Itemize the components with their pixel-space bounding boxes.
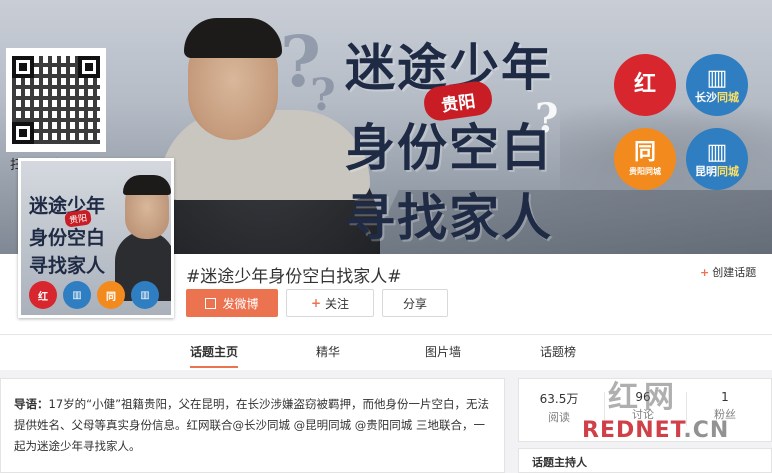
thumb-person-hair xyxy=(123,175,171,195)
create-topic-link[interactable]: + 创建话题 xyxy=(700,264,756,280)
topic-tabs xyxy=(0,334,772,370)
follow-button[interactable]: + 关注 xyxy=(286,289,374,317)
share-label: 分享 xyxy=(402,296,427,311)
logo-tongcheng-label: 同城 xyxy=(717,90,739,104)
logo-tongcheng-label: 同城 xyxy=(717,164,739,178)
edit-icon xyxy=(205,297,217,309)
banner-title-line2: 身份空白 xyxy=(345,118,553,177)
post-weibo-button[interactable]: 发微博 xyxy=(186,289,278,317)
tab-featured[interactable]: 精华 xyxy=(316,343,340,360)
changsha-tongcheng-logo-icon: ▥ 长沙同城 xyxy=(686,54,748,116)
tong-logo-icon: 同 xyxy=(97,281,125,309)
watermark-red: REDNET xyxy=(582,418,684,443)
city-building-icon: ▥ xyxy=(63,281,91,309)
create-topic-label: 创建话题 xyxy=(712,266,757,279)
tong-logo-icon: 同 xyxy=(633,139,656,165)
intro-lead: 导语： xyxy=(14,397,49,411)
tab-picture-wall[interactable]: 图片墙 xyxy=(425,343,461,360)
qr-finder-icon xyxy=(12,56,34,78)
hongwang-glyph: 红 xyxy=(633,72,656,97)
topic-title: #迷途少年身份空白找家人# xyxy=(186,267,402,287)
logo-tongcheng-label: 同城 xyxy=(645,166,661,176)
logo-city-label: 长沙 xyxy=(695,90,717,104)
city-building-icon: ▥ xyxy=(131,281,159,309)
city-building-icon: ▥ xyxy=(706,65,728,91)
guiyang-tongcheng-logo-icon: 同 贵阳同城 xyxy=(614,128,676,190)
rednet-watermark-text: REDNET.CN xyxy=(582,418,729,443)
logo-city-label: 昆明 xyxy=(695,164,717,178)
hongwang-logo-icon: 红 xyxy=(29,281,57,309)
city-building-icon: ▥ xyxy=(706,139,728,165)
topic-intro: 导语：17岁的“小健”祖籍贵阳，父在昆明，在长沙涉嫌盗窃被羁押，而他身份一片空白… xyxy=(14,394,494,457)
active-tab-indicator xyxy=(190,366,238,368)
topic-page: ? ? ? ? 扫码关注寻人 迷途少年 贵阳 身份空白 寻找家人 红 ▥ 长沙同… xyxy=(0,0,772,473)
watermark-gray: .CN xyxy=(683,418,730,443)
topic-avatar: 迷途少年 贵阳 身份空白 寻找家人 红 ▥ 同 ▥ xyxy=(18,158,174,318)
qr-finder-icon xyxy=(78,56,100,78)
qr-finder-icon xyxy=(12,122,34,144)
plus-icon: + xyxy=(310,296,322,310)
stat-value: 63.5万 xyxy=(539,392,579,406)
rednet-watermark-logo: 红网 xyxy=(608,380,680,415)
tab-topic-ranking[interactable]: 话题榜 xyxy=(540,343,576,360)
stat-value: 1 xyxy=(721,390,729,404)
intro-text: 17岁的“小健”祖籍贵阳，父在昆明，在长沙涉嫌盗窃被羁押，而他身份一片空白，无法… xyxy=(14,397,490,453)
post-weibo-label: 发微博 xyxy=(222,296,259,311)
hongwang-logo-icon: 红 xyxy=(614,54,676,116)
logo-city-label: 贵阳 xyxy=(629,166,645,176)
tab-topic-home[interactable]: 话题主页 xyxy=(190,343,238,360)
follow-label: 关注 xyxy=(325,296,350,311)
plus-icon: + xyxy=(700,266,710,279)
banner-title-line3: 寻找家人 xyxy=(345,188,553,247)
topic-host-title: 话题主持人 xyxy=(532,456,587,469)
person-photo-hair xyxy=(184,18,282,58)
thumb-title-line3: 寻找家人 xyxy=(29,255,106,277)
thumb-title-line2: 身份空白 xyxy=(29,227,106,249)
kunming-tongcheng-logo-icon: ▥ 昆明同城 xyxy=(686,128,748,190)
share-button[interactable]: 分享 xyxy=(382,289,448,317)
